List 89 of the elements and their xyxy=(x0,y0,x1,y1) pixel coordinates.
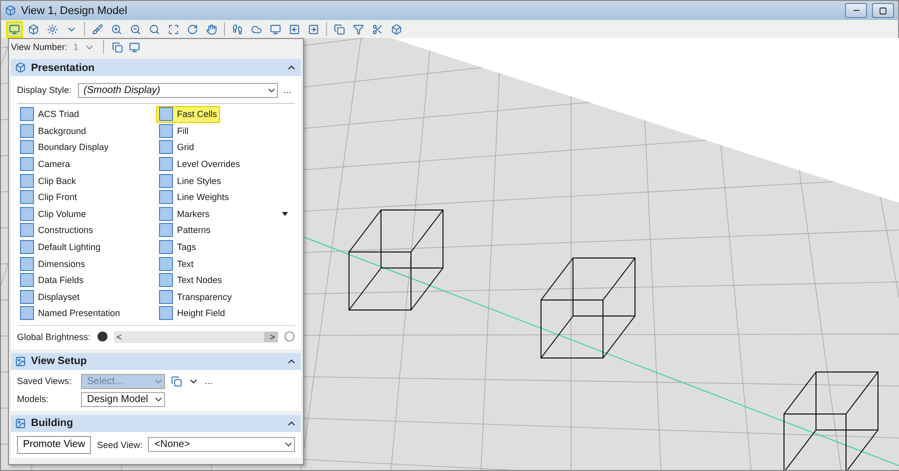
scroll-left-arrow[interactable]: < xyxy=(116,332,122,342)
presentation-item[interactable]: Text Nodes xyxy=(156,272,295,289)
view-number-label: View Number: xyxy=(11,42,68,52)
display-style-dropdown[interactable]: (Smooth Display) xyxy=(78,82,278,98)
square-tile-icon xyxy=(20,107,34,122)
square-tile-icon xyxy=(20,256,34,271)
models-dropdown[interactable]: Design Model xyxy=(81,392,165,407)
presentation-item[interactable]: Fill xyxy=(156,122,295,140)
presentation-item[interactable]: ACS Triad xyxy=(17,106,156,123)
cube-icon xyxy=(15,62,26,73)
presentation-item[interactable]: Level Overrides xyxy=(156,156,295,172)
presentation-item[interactable]: Data Fields xyxy=(17,272,156,289)
square-tile-icon xyxy=(159,190,173,204)
presentation-item[interactable]: Grid xyxy=(156,139,295,156)
square-tile-icon xyxy=(159,273,173,288)
presentation-item[interactable]: Default Lighting xyxy=(17,238,156,256)
cube-icon xyxy=(5,5,16,16)
square-tile-icon xyxy=(20,306,34,320)
section-header[interactable]: View Setup xyxy=(11,352,301,370)
more-button[interactable]: ... xyxy=(284,85,292,95)
presentation-item[interactable]: Height Field xyxy=(156,305,295,322)
copy-icon xyxy=(112,42,124,52)
square-tile-icon xyxy=(159,223,173,238)
presentation-item[interactable]: Camera xyxy=(17,156,156,172)
square-tile-icon xyxy=(20,290,34,304)
scroll-right-arrow[interactable]: > xyxy=(270,332,275,342)
presentation-item[interactable]: Transparency xyxy=(156,288,295,306)
presentation-item[interactable]: Background xyxy=(17,122,156,140)
presentation-item[interactable]: Clip Front xyxy=(17,188,156,206)
square-tile-icon xyxy=(159,206,173,221)
presentation-item[interactable]: Named Presentation xyxy=(17,305,156,322)
square-tile-icon xyxy=(159,140,173,154)
light-circle-icon xyxy=(284,331,295,342)
window-title: View 1, Design Model xyxy=(21,4,128,17)
promote-view-button[interactable]: Promote View xyxy=(17,436,92,454)
maximize-button[interactable] xyxy=(872,3,894,18)
section-header[interactable]: Presentation xyxy=(11,59,301,76)
square-tile-icon xyxy=(20,206,34,221)
square-tile-icon xyxy=(159,157,173,172)
square-tile-icon xyxy=(159,290,173,304)
section-header[interactable]: Building xyxy=(11,414,301,432)
section-title: Presentation xyxy=(31,62,96,74)
presentation-item[interactable]: Dimensions xyxy=(17,255,156,272)
brightness-label: Global Brightness: xyxy=(17,332,91,342)
presentation-item[interactable]: Patterns xyxy=(156,222,295,239)
presentation-item[interactable]: Clip Volume xyxy=(17,206,156,222)
presentation-item[interactable]: Displayset xyxy=(17,288,156,306)
presentation-item[interactable]: Fast Cells xyxy=(156,106,220,123)
square-tile-icon xyxy=(20,223,34,238)
presentation-item[interactable]: Markers xyxy=(156,206,295,222)
square-tile-icon xyxy=(20,124,34,138)
section-title: Building xyxy=(31,417,74,430)
more-button[interactable]: ... xyxy=(205,376,213,386)
minimize-button[interactable] xyxy=(845,3,867,18)
display-style-label: Display Style: xyxy=(17,85,72,95)
presentation-item[interactable]: Line Weights xyxy=(156,188,295,206)
picture-icon xyxy=(15,418,26,429)
presentation-item[interactable]: Tags xyxy=(156,238,295,256)
presentation-item[interactable]: Constructions xyxy=(17,222,156,239)
square-tile-icon xyxy=(159,174,173,188)
square-tile-icon xyxy=(159,124,173,138)
copy-icon xyxy=(171,376,182,387)
presentation-item[interactable]: Clip Back xyxy=(17,172,156,189)
seed-view-dropdown[interactable]: <None> xyxy=(148,437,295,452)
presentation-item[interactable]: Boundary Display xyxy=(17,139,156,156)
slider-thumb[interactable] xyxy=(264,332,278,342)
square-tile-icon xyxy=(159,107,173,122)
square-tile-icon xyxy=(20,190,34,204)
square-tile-icon xyxy=(20,240,34,254)
square-tile-icon xyxy=(159,240,173,254)
section-title: View Setup xyxy=(31,355,88,368)
caret-icon[interactable] xyxy=(282,212,288,216)
square-tile-icon xyxy=(20,140,34,154)
models-label: Models: xyxy=(17,394,50,404)
square-tile-icon xyxy=(159,256,173,271)
view-attributes-button[interactable] xyxy=(6,20,23,38)
presentation-item[interactable]: Text xyxy=(156,255,295,272)
square-tile-icon xyxy=(20,157,34,172)
square-tile-icon xyxy=(159,306,173,320)
window-icon xyxy=(129,42,140,52)
presentation-item[interactable]: Line Styles xyxy=(156,172,295,189)
seed-view-label: Seed View: xyxy=(97,440,142,450)
brightness-slider[interactable]: < > xyxy=(114,330,278,343)
dark-circle-icon xyxy=(96,331,108,342)
image-icon xyxy=(15,356,26,367)
square-tile-icon xyxy=(20,273,34,288)
saved-views-label: Saved Views: xyxy=(17,376,72,386)
maximize-icon xyxy=(879,6,887,15)
square-tile-icon xyxy=(20,174,34,188)
